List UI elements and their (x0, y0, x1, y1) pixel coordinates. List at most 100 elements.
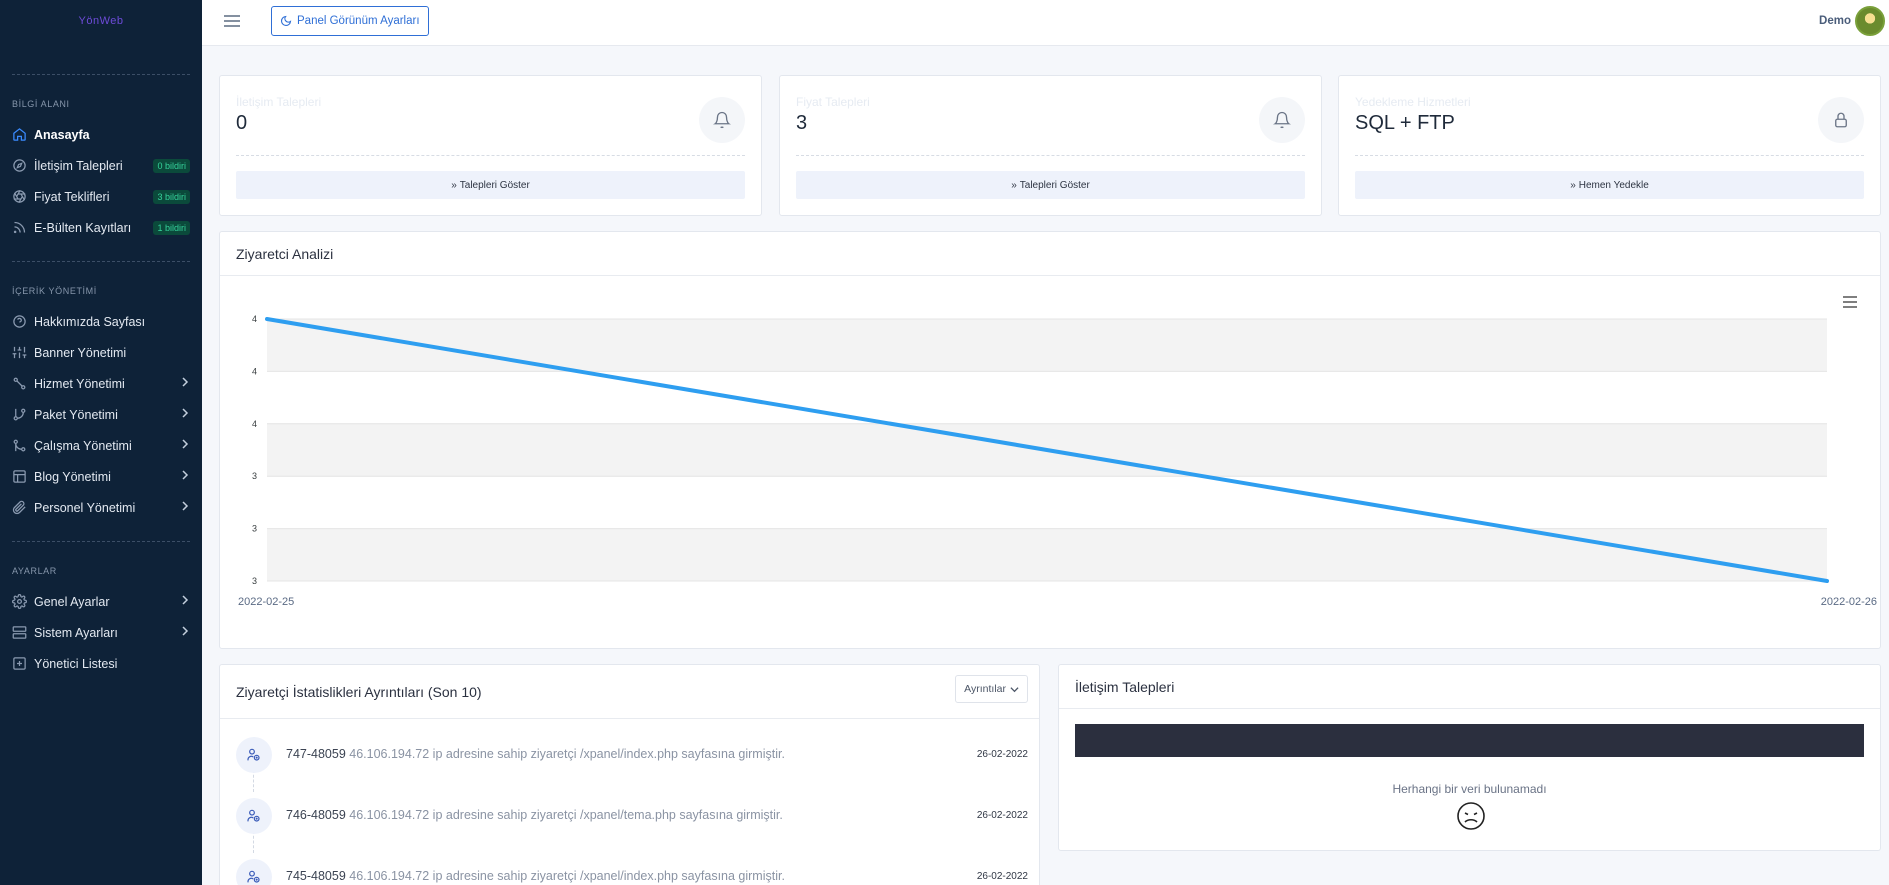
chevron-right-icon (180, 439, 190, 452)
card-header: Ziyaretçi İstatislikleri Ayrıntıları (So… (220, 665, 1039, 719)
visitor-id: 747-48059 (286, 747, 346, 761)
chevron-right-icon (180, 501, 190, 514)
backup-now-button[interactable]: » Hemen Yedekle (1355, 171, 1864, 199)
grid-band (267, 319, 1827, 372)
sidebar-item-fiyat[interactable]: Fiyat Teklifleri 3 bildiri (0, 181, 202, 212)
stat-value: 3 (796, 112, 808, 134)
compass-icon (12, 158, 27, 173)
paperclip-icon (12, 500, 27, 515)
sidebar-item-label: Yönetici Listesi (34, 656, 118, 671)
sidebar-divider (12, 541, 190, 542)
visitor-description: 46.106.194.72 ip adresine sahip ziyaretç… (349, 869, 785, 883)
sidebar-item-paket[interactable]: Paket Yönetimi (0, 399, 202, 430)
sidebar-item-label: Hakkımızda Sayfası (34, 314, 146, 329)
y-tick-label: 4 (252, 366, 257, 376)
stat-title: Fiyat Talepleri (796, 95, 870, 109)
double-chevron-icon: » (1570, 179, 1576, 191)
stat-divider (236, 155, 745, 156)
sidebar-item-hizmet[interactable]: Hizmet Yönetimi (0, 368, 202, 399)
sidebar-item-yonetici[interactable]: Yönetici Listesi (0, 648, 202, 679)
double-chevron-icon: » (451, 179, 457, 191)
x-tick-label: 2022-02-25 (238, 596, 294, 608)
chevron-right-icon (180, 408, 190, 421)
sidebar-item-blog[interactable]: Blog Yönetimi (0, 461, 202, 492)
card-title: İletişim Talepleri (1075, 679, 1175, 695)
sidebar-section-title: İÇERİK YÖNETİMİ (12, 286, 97, 296)
sidebar-item-sistem[interactable]: Sistem Ayarları (0, 617, 202, 648)
sidebar-section-title: AYARLAR (12, 566, 57, 576)
list-item: 747-48059 46.106.194.72 ip adresine sahi… (236, 737, 1028, 777)
stat-card-fiyat: Fiyat Talepleri 3 » Talepleri Göster (779, 75, 1322, 216)
sidebar-item-label: Sistem Ayarları (34, 625, 118, 640)
git-merge-icon (12, 438, 27, 453)
visitor-id: 746-48059 (286, 808, 346, 822)
menu-toggle-icon[interactable] (223, 13, 241, 29)
chevron-right-icon (180, 626, 190, 639)
sidebar: YönWeb BİLGİ ALANI Anasayfa İletişim Tal… (0, 0, 202, 885)
bell-icon (1259, 97, 1305, 143)
visitor-id: 745-48059 (286, 869, 346, 883)
empty-message: Herhangi bir veri bulunamadı (1392, 782, 1547, 796)
sidebar-item-label: İletişim Talepleri (34, 158, 123, 173)
table-header (1075, 724, 1864, 757)
sidebar-item-anasayfa[interactable]: Anasayfa (0, 119, 202, 150)
users-icon (236, 859, 272, 885)
logo[interactable]: YönWeb (0, 0, 202, 42)
y-tick-label: 3 (252, 576, 257, 586)
y-tick-label: 4 (252, 314, 257, 324)
list-item: 745-48059 46.106.194.72 ip adresine sahi… (236, 859, 1028, 885)
sidebar-item-iletisim[interactable]: İletişim Talepleri 0 bildiri (0, 150, 202, 181)
sidebar-item-calisma[interactable]: Çalışma Yönetimi (0, 430, 202, 461)
sidebar-item-personel[interactable]: Personel Yönetimi (0, 492, 202, 523)
user-menu[interactable]: Demo (1819, 6, 1885, 36)
sidebar-item-label: Çalışma Yönetimi (34, 438, 132, 453)
sidebar-item-ebulten[interactable]: E-Bülten Kayıtları 1 bildiri (0, 212, 202, 243)
sidebar-item-hakkimizda[interactable]: Hakkımızda Sayfası (0, 306, 202, 337)
home-icon (12, 127, 27, 142)
bell-icon (699, 97, 745, 143)
visitor-description: 46.106.194.72 ip adresine sahip ziyaretç… (349, 747, 785, 761)
sidebar-item-genel[interactable]: Genel Ayarlar (0, 586, 202, 617)
sidebar-item-label: Genel Ayarlar (34, 594, 110, 609)
panel-view-settings-button[interactable]: Panel Görünüm Ayarları (271, 6, 429, 36)
y-tick-label: 3 (252, 524, 257, 534)
user-name: Demo (1819, 15, 1851, 27)
sidebar-item-label: E-Bülten Kayıtları (34, 220, 132, 235)
sliders-icon (12, 345, 27, 360)
share-nodes-icon (12, 376, 27, 391)
visitor-entry: 745-48059 46.106.194.72 ip adresine sahi… (286, 869, 785, 883)
card-header: Ziyaretci Analizi (220, 232, 1880, 276)
details-dropdown[interactable]: Ayrıntılar (955, 675, 1028, 703)
users-icon (236, 737, 272, 773)
sidebar-section-title: BİLGİ ALANI (12, 99, 70, 109)
stat-title: Yedekleme Hizmetleri (1355, 95, 1471, 109)
chevron-right-icon (180, 470, 190, 483)
rss-icon (12, 220, 27, 235)
sidebar-item-label: Anasayfa (34, 127, 90, 142)
card-title: Ziyaretci Analizi (236, 246, 334, 262)
stat-divider (796, 155, 1305, 156)
chevron-down-icon (1010, 686, 1019, 692)
sidebar-item-banner[interactable]: Banner Yönetimi (0, 337, 202, 368)
chevron-right-icon (180, 595, 190, 608)
notification-badge: 1 bildiri (153, 220, 190, 235)
double-chevron-icon: » (1011, 179, 1017, 191)
git-branch-icon (12, 407, 27, 422)
show-requests-button[interactable]: » Talepleri Göster (236, 171, 745, 199)
list-item: 746-48059 46.106.194.72 ip adresine sahi… (236, 798, 1028, 838)
chevron-right-icon (180, 377, 190, 390)
sidebar-divider (12, 74, 190, 75)
visitor-date: 26-02-2022 (976, 810, 1028, 821)
help-circle-icon (12, 314, 27, 329)
visitor-entry: 746-48059 46.106.194.72 ip adresine sahi… (286, 808, 783, 822)
server-icon (12, 625, 27, 640)
visitor-date: 26-02-2022 (976, 749, 1028, 760)
stat-card-iletisim: İletişim Talepleri 0 » Talepleri Göster (219, 75, 762, 216)
aperture-icon (12, 189, 27, 204)
show-requests-button[interactable]: » Talepleri Göster (796, 171, 1305, 199)
topbar: Panel Görünüm Ayarları Demo (202, 0, 1889, 46)
moon-icon (280, 15, 292, 27)
settings-icon (12, 594, 27, 609)
visitor-analysis-card: Ziyaretci Analizi 4 4 4 3 3 3 2022-02-25 2022-0… (219, 231, 1881, 649)
sidebar-item-label: Banner Yönetimi (34, 345, 127, 360)
